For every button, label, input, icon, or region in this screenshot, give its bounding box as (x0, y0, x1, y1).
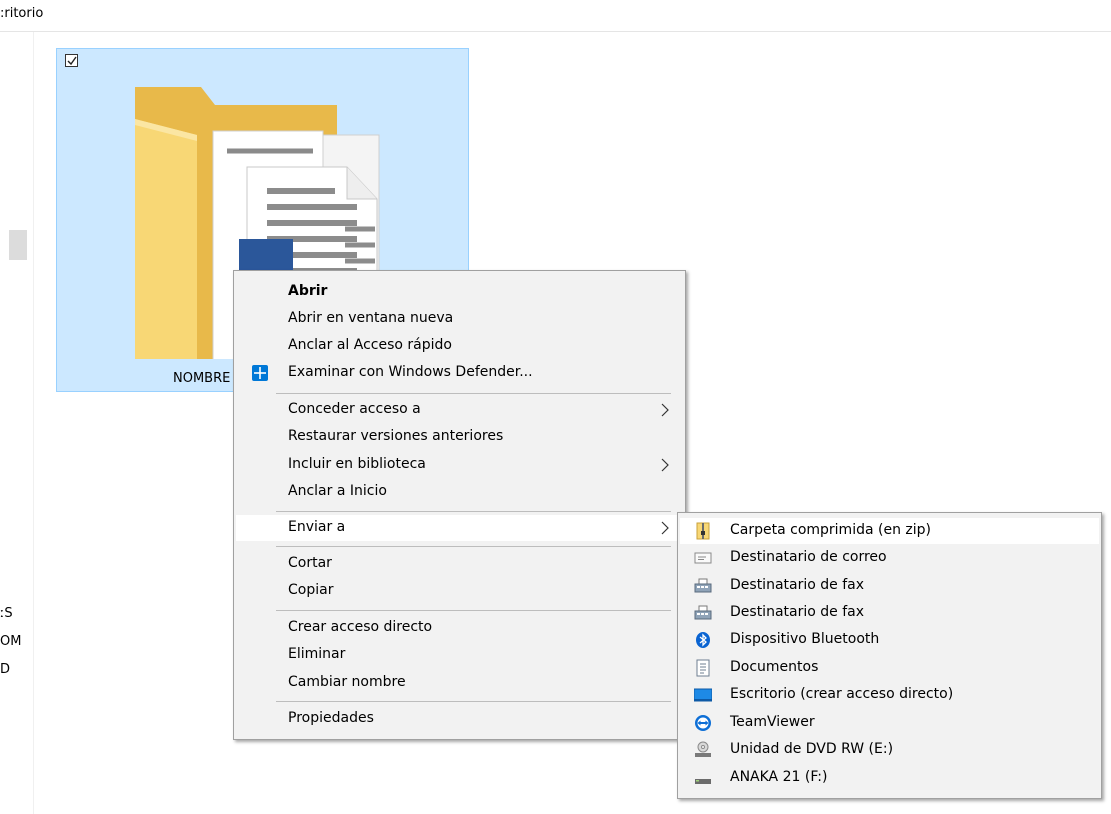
menu-item-pin-start[interactable]: Anclar a Inicio (236, 479, 683, 505)
menu-item-label: Propiedades (288, 710, 374, 726)
windows-defender-icon (252, 365, 268, 381)
navigation-pane-edge (33, 32, 34, 814)
menu-separator (276, 610, 671, 611)
menu-separator (276, 393, 671, 394)
navigation-pane-item[interactable]: OM (0, 634, 30, 649)
submenu-item-label: Destinatario de fax (730, 604, 864, 620)
address-bar-divider (0, 31, 1111, 32)
zip-folder-icon (696, 522, 710, 540)
breadcrumb[interactable]: :ritorio (0, 6, 43, 24)
menu-item-label: Abrir en ventana nueva (288, 310, 454, 326)
menu-item-label: Incluir en biblioteca (288, 456, 426, 472)
menu-item-include-library[interactable]: Incluir en biblioteca (236, 452, 683, 478)
item-checkbox[interactable] (65, 54, 78, 67)
menu-item-pin-quick-access[interactable]: Anclar al Acceso rápido (236, 333, 683, 359)
send-to-zip-folder[interactable]: Carpeta comprimida (en zip) (680, 518, 1099, 544)
menu-item-label: Cambiar nombre (288, 674, 406, 690)
navigation-pane-item[interactable]: D (0, 662, 30, 677)
menu-item-label: Examinar con Windows Defender... (288, 364, 533, 380)
fax-icon (694, 578, 712, 593)
dvd-drive-icon (695, 741, 711, 757)
mail-icon (694, 552, 712, 564)
menu-item-label: Copiar (288, 582, 334, 598)
menu-item-label: Anclar a Inicio (288, 483, 387, 499)
menu-item-open[interactable]: Abrir (236, 279, 683, 305)
submenu-item-label: Dispositivo Bluetooth (730, 631, 880, 647)
menu-item-rename[interactable]: Cambiar nombre (236, 670, 683, 696)
navigation-pane-item[interactable]: ːS (0, 606, 30, 621)
menu-separator (276, 511, 671, 512)
submenu-item-label: Destinatario de correo (730, 549, 887, 565)
menu-item-cut[interactable]: Cortar (236, 551, 683, 577)
send-to-fax-recipient[interactable]: Destinatario de fax (680, 600, 1099, 626)
menu-item-label: Anclar al Acceso rápido (288, 337, 452, 353)
submenu-item-label: Destinatario de fax (730, 577, 864, 593)
menu-item-label: Restaurar versiones anteriores (288, 428, 504, 444)
submenu-item-label: Escritorio (crear acceso directo) (730, 686, 954, 702)
file-explorer-window: :ritorio ːS OM D NOMBRE Abrir Abrir en v… (0, 0, 1111, 814)
menu-item-create-shortcut[interactable]: Crear acceso directo (236, 615, 683, 641)
send-to-documents[interactable]: Documentos (680, 655, 1099, 681)
menu-item-restore-versions[interactable]: Restaurar versiones anteriores (236, 424, 683, 450)
menu-item-label: Eliminar (288, 646, 346, 662)
navigation-pane-scrollbar-thumb[interactable] (9, 230, 27, 260)
desktop-icon (694, 688, 712, 702)
context-menu: Abrir Abrir en ventana nueva Anclar al A… (233, 270, 686, 740)
check-icon (67, 56, 77, 66)
submenu-item-label: TeamViewer (730, 714, 815, 730)
chevron-right-icon (661, 521, 669, 535)
submenu-item-label: Unidad de DVD RW (E:) (730, 741, 894, 757)
folder-name-label[interactable]: NOMBRE (173, 371, 230, 386)
submenu-item-label: Documentos (730, 659, 819, 675)
send-to-bluetooth[interactable]: Dispositivo Bluetooth (680, 627, 1099, 653)
bluetooth-icon (696, 632, 710, 648)
menu-separator (276, 701, 671, 702)
send-to-dvd-drive[interactable]: Unidad de DVD RW (E:) (680, 737, 1099, 763)
menu-item-label: Crear acceso directo (288, 619, 433, 635)
documents-icon (696, 659, 710, 677)
send-to-desktop-shortcut[interactable]: Escritorio (crear acceso directo) (680, 682, 1099, 708)
submenu-item-label: Carpeta comprimida (en zip) (730, 522, 931, 538)
menu-item-send-to[interactable]: Enviar a (236, 515, 683, 541)
send-to-fax-recipient[interactable]: Destinatario de fax (680, 573, 1099, 599)
send-to-teamviewer[interactable]: TeamViewer (680, 710, 1099, 736)
menu-item-label: Cortar (288, 555, 332, 571)
menu-item-properties[interactable]: Propiedades (236, 706, 683, 732)
menu-item-give-access[interactable]: Conceder acceso a (236, 397, 683, 423)
submenu-item-label: ANAKA 21 (F:) (730, 769, 828, 785)
menu-item-label: Conceder acceso a (288, 401, 421, 417)
send-to-mail-recipient[interactable]: Destinatario de correo (680, 545, 1099, 571)
send-to-submenu: Carpeta comprimida (en zip) Destinatario… (677, 512, 1102, 799)
usb-drive-icon (695, 779, 711, 784)
chevron-right-icon (661, 403, 669, 417)
menu-item-label: Abrir (288, 283, 328, 299)
menu-item-copy[interactable]: Copiar (236, 578, 683, 604)
menu-item-scan-defender[interactable]: Examinar con Windows Defender... (236, 360, 683, 386)
menu-item-open-new-window[interactable]: Abrir en ventana nueva (236, 306, 683, 332)
send-to-usb-drive[interactable]: ANAKA 21 (F:) (680, 765, 1099, 791)
fax-icon (694, 605, 712, 620)
menu-item-delete[interactable]: Eliminar (236, 642, 683, 668)
chevron-right-icon (661, 458, 669, 472)
menu-item-label: Enviar a (288, 519, 346, 535)
teamviewer-icon (695, 715, 711, 731)
menu-separator (276, 546, 671, 547)
